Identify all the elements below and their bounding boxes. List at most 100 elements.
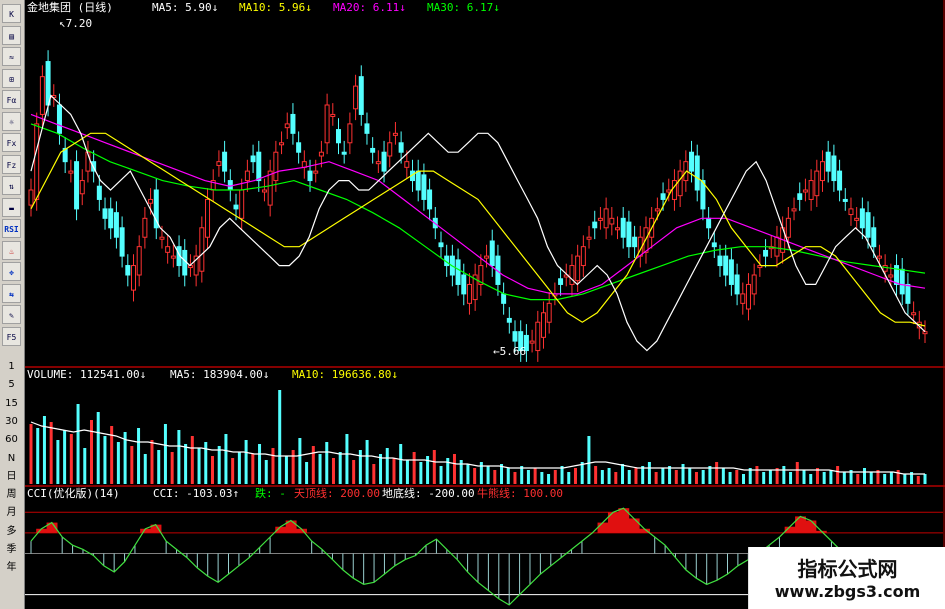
candle-body	[239, 189, 245, 219]
candle-body	[654, 208, 660, 212]
toolbar-button[interactable]: ≈	[2, 47, 21, 66]
candle-body	[512, 331, 518, 342]
candle-body	[763, 249, 769, 257]
volume-bar	[184, 444, 188, 484]
candle-body	[546, 302, 552, 323]
candle-body	[745, 283, 751, 310]
toolbar-button[interactable]: ⇅	[2, 176, 21, 195]
candle-body	[267, 170, 273, 206]
cci-item: 天顶线: 200.00	[294, 486, 380, 500]
candle-body	[711, 242, 717, 248]
cci-red-block	[597, 522, 609, 533]
toolbar-button[interactable]: F5	[2, 326, 21, 346]
toolbar-button[interactable]: ♨	[2, 240, 21, 260]
candle-body	[290, 113, 296, 134]
volume-bar	[479, 462, 483, 484]
price-indicator-header: MA5: 5.90↓ MA10: 5.96↓ MA20: 6.11↓ MA30: 6.…	[152, 1, 500, 14]
candle-body	[28, 189, 34, 206]
period-button[interactable]: 月	[2, 503, 21, 523]
volume-bar	[923, 474, 927, 484]
toolbar-button[interactable]: K	[2, 4, 21, 23]
candle-body	[79, 180, 85, 195]
candle-body	[820, 161, 826, 182]
candle-body	[108, 208, 114, 229]
candle-body	[876, 255, 882, 259]
period-button[interactable]: 日	[2, 466, 21, 486]
volume-bar	[379, 454, 383, 484]
volume-bar	[49, 422, 53, 484]
volume-bar	[89, 420, 93, 484]
toolbar-button[interactable]: ▤	[2, 25, 21, 45]
toolbar-button[interactable]: ▬	[2, 197, 21, 217]
volume-bar	[647, 462, 651, 484]
toolbar-button[interactable]: ⊞	[2, 68, 21, 88]
volume-bar	[762, 472, 766, 484]
volume-bar	[116, 442, 120, 484]
candle-body	[854, 217, 860, 221]
volume-bar	[150, 440, 154, 484]
vol-item: MA10: 196636.80↓	[292, 368, 398, 381]
volume-bar	[372, 464, 376, 484]
watermark-logo: 指标公式网 www.zbgs3.com	[748, 547, 945, 609]
toolbar-button[interactable]: Fx	[2, 133, 21, 152]
candle-body	[888, 274, 894, 278]
volume-bar	[298, 438, 302, 484]
period-button[interactable]: 1	[2, 357, 21, 376]
volume-bar	[715, 462, 719, 484]
period-button[interactable]: 30	[2, 411, 21, 431]
toolbar-button[interactable]: Fα	[2, 90, 21, 109]
period-button[interactable]: 60	[2, 430, 21, 450]
volume-bar	[76, 404, 80, 484]
candle-body	[609, 217, 615, 225]
volume-bar	[224, 434, 228, 484]
candle-body	[569, 265, 575, 285]
candle-body	[392, 132, 398, 136]
candle-body	[318, 151, 324, 157]
toolbar-button[interactable]: RSI	[2, 219, 21, 238]
period-button[interactable]: 15	[2, 393, 21, 413]
toolbar-button[interactable]: ⇆	[2, 283, 21, 303]
volume-bar	[258, 444, 262, 484]
ma-value: 6.11↓	[373, 1, 406, 14]
volume-bar	[634, 468, 638, 484]
volume-bar	[338, 452, 342, 484]
period-button[interactable]: 周	[2, 485, 21, 505]
candle-body	[279, 142, 285, 146]
volume-bar	[587, 436, 591, 484]
period-button[interactable]: 年	[2, 558, 21, 578]
stock-title: 金地集团 (日线)	[27, 0, 113, 14]
period-button[interactable]: 多	[2, 521, 21, 541]
volume-bar	[385, 448, 389, 484]
volume-bar	[278, 390, 282, 484]
period-button[interactable]: 季	[2, 540, 21, 559]
cci-label: CCI:	[153, 487, 186, 500]
candle-body	[586, 236, 592, 240]
period-button[interactable]: 5	[2, 375, 21, 395]
toolbar-button[interactable]: ✥	[2, 262, 21, 281]
volume-bar	[264, 460, 268, 484]
volume-bar	[305, 462, 309, 484]
toolbar-button[interactable]: ✎	[2, 305, 21, 324]
period-button[interactable]: N	[2, 448, 21, 468]
ma-label: MA30:	[427, 1, 467, 14]
candle-body	[353, 85, 359, 110]
candle-body	[113, 212, 119, 238]
volume-bar	[768, 470, 772, 484]
candle-body	[774, 236, 780, 257]
volume-bar	[863, 468, 867, 484]
candle-body	[165, 246, 171, 253]
toolbar-button[interactable]: ☼	[2, 111, 21, 131]
volume-bar	[594, 466, 598, 484]
cci-label: 牛熊线:	[477, 486, 523, 500]
candle-body	[284, 123, 290, 129]
volume-bar	[842, 472, 846, 484]
volume-bar	[883, 474, 887, 484]
volume-bar	[244, 440, 248, 484]
candle-body	[808, 180, 814, 200]
volume-bar	[708, 466, 712, 484]
candle-body	[632, 236, 638, 248]
candle-body	[39, 76, 45, 115]
volume-bar	[311, 446, 315, 484]
toolbar-button[interactable]: Fz	[2, 154, 21, 174]
volume-bar	[856, 474, 860, 484]
